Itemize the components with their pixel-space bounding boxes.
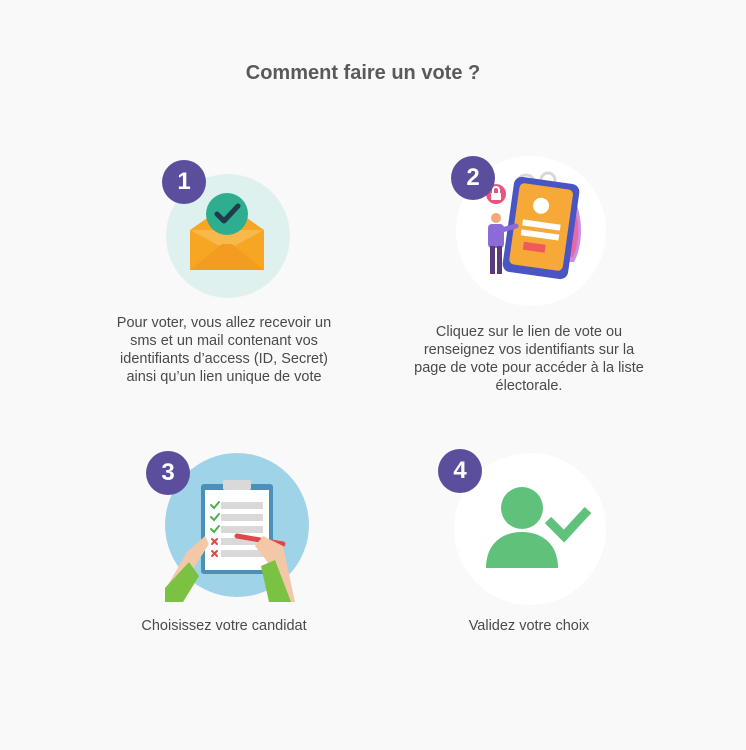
step-3-text: Choisissez votre candidat: [141, 618, 307, 634]
step-1-badge: 1: [162, 160, 206, 204]
envelope-check-icon: [190, 193, 264, 270]
clipboard-checklist-icon: [165, 480, 295, 602]
page-title: Comment faire un vote ?: [245, 62, 481, 84]
step-3-badge: 3: [146, 451, 190, 495]
voting-guide: Comment faire un vote ? 1 Pour voter, vo…: [0, 0, 746, 750]
step-1-text: Pour voter, vous allez recevoir un sms e…: [116, 315, 332, 385]
phone-login-icon: [486, 171, 581, 280]
step-2-text: Cliquez sur le lien de vote ou renseigne…: [414, 324, 644, 394]
step-4-text: Validez votre choix: [468, 618, 590, 634]
user-check-icon: [486, 487, 592, 568]
step-4-badge: 4: [438, 449, 482, 493]
step-2-badge: 2: [451, 156, 495, 200]
